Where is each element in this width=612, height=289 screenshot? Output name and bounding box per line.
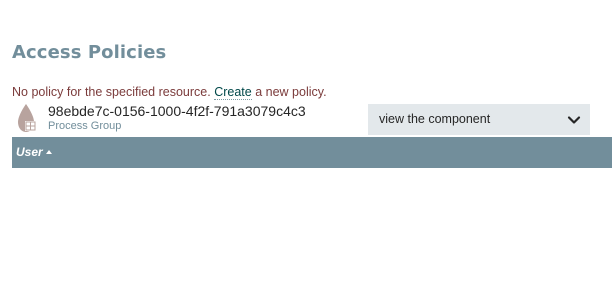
sort-ascending-icon [45,149,52,154]
page-title: Access Policies [12,42,167,63]
policy-action-select[interactable]: view the component [368,104,590,135]
column-header-user[interactable]: User [16,145,52,159]
component-id: 98ebde7c-0156-1000-4f2f-791a3079c4c3 [48,103,306,119]
component-type: Process Group [48,120,122,132]
no-policy-message: No policy for the specified resource. Cr… [12,85,327,100]
users-table-header: User [12,137,612,168]
no-policy-text: No policy for the specified resource. [12,85,211,99]
process-group-icon [18,104,36,132]
chevron-down-icon [567,116,581,124]
policy-action-selected: view the component [379,112,491,126]
access-policies-page: Access Policies No policy for the specif… [0,0,612,289]
column-header-user-label: User [16,145,43,159]
no-policy-suffix: a new policy. [255,85,327,99]
create-policy-link[interactable]: Create [214,85,252,100]
